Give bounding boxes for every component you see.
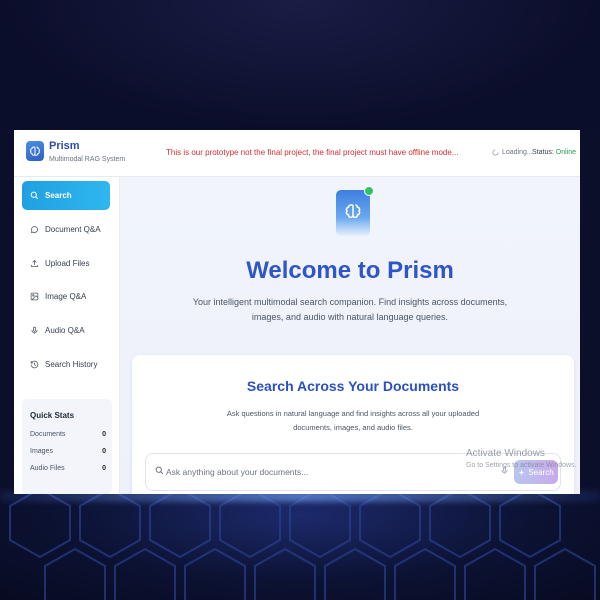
quick-stats-title: Quick Stats bbox=[30, 411, 75, 420]
prototype-notice: This is our prototype not the final proj… bbox=[166, 148, 459, 157]
hexagon-pattern bbox=[9, 487, 596, 600]
top-header: Prism Multimodal RAG System This is our … bbox=[14, 130, 580, 177]
sidebar-item-search[interactable]: Search bbox=[22, 181, 110, 210]
search-card-description: Ask questions in natural language and fi… bbox=[226, 409, 480, 432]
welcome-tagline: Your intelligent multimodal search compa… bbox=[192, 297, 508, 322]
sidebar: Search Document Q&A Upload Files Image Q… bbox=[14, 177, 120, 494]
chat-bubble-icon bbox=[30, 226, 38, 234]
sidebar-item-label: Search bbox=[45, 191, 72, 200]
activate-windows-subtext: Go to Settings to activate Windows. bbox=[466, 462, 577, 469]
history-icon bbox=[30, 360, 39, 369]
image-icon bbox=[30, 292, 39, 301]
status-label: Status: bbox=[532, 149, 554, 156]
brain-hero-icon bbox=[336, 190, 370, 236]
stat-label: Images bbox=[30, 448, 53, 455]
stat-row-audio-files: Audio Files 0 bbox=[30, 465, 106, 472]
quick-stats-panel: Quick Stats Documents 0 Images 0 Audio F… bbox=[22, 399, 112, 494]
sidebar-item-label: Search History bbox=[45, 360, 98, 369]
sidebar-item-label: Document Q&A bbox=[45, 225, 101, 234]
background-top bbox=[0, 0, 600, 130]
sidebar-item-search-history[interactable]: Search History bbox=[22, 350, 110, 379]
sidebar-item-label: Image Q&A bbox=[45, 292, 87, 301]
status-value: Online bbox=[555, 149, 576, 156]
app-window: Prism Multimodal RAG System This is our … bbox=[14, 130, 580, 494]
sidebar-item-image-qa[interactable]: Image Q&A bbox=[22, 282, 110, 311]
stat-row-documents: Documents 0 bbox=[30, 431, 106, 438]
loading-text: Loading... bbox=[502, 149, 533, 156]
app-subtitle: Multimodal RAG System bbox=[49, 156, 126, 163]
status-indicator: Status: Online bbox=[532, 149, 576, 156]
sparkle-icon bbox=[519, 469, 525, 475]
search-icon bbox=[30, 191, 39, 200]
microphone-icon bbox=[31, 326, 38, 334]
search-card: Search Across Your Documents Ask questio… bbox=[132, 355, 574, 494]
app-name: Prism bbox=[49, 140, 80, 152]
brain-logo-icon bbox=[26, 141, 44, 161]
sidebar-item-label: Upload Files bbox=[45, 259, 90, 268]
activate-windows-watermark: Activate Windows bbox=[466, 448, 545, 459]
sidebar-item-audio-qa[interactable]: Audio Q&A bbox=[22, 316, 110, 345]
sidebar-item-upload-files[interactable]: Upload Files bbox=[22, 249, 110, 278]
search-icon bbox=[155, 466, 164, 475]
background-bottom bbox=[0, 487, 600, 600]
online-dot-icon bbox=[364, 186, 374, 196]
stat-label: Documents bbox=[30, 431, 66, 438]
search-input[interactable] bbox=[166, 460, 486, 484]
upload-icon bbox=[31, 259, 38, 267]
stat-label: Audio Files bbox=[30, 465, 65, 472]
loading-indicator: Loading... bbox=[492, 149, 533, 156]
stat-value: 0 bbox=[102, 431, 106, 438]
main-content: Welcome to Prism Your intelligent multim… bbox=[120, 177, 580, 494]
stat-row-images: Images 0 bbox=[30, 448, 106, 455]
search-card-title: Search Across Your Documents bbox=[246, 378, 460, 394]
sidebar-item-document-qa[interactable]: Document Q&A bbox=[22, 215, 110, 244]
stat-value: 0 bbox=[102, 448, 106, 455]
spinner-icon bbox=[492, 149, 499, 156]
stat-value: 0 bbox=[102, 465, 106, 472]
welcome-title: Welcome to Prism bbox=[246, 257, 454, 284]
sidebar-item-label: Audio Q&A bbox=[45, 326, 85, 335]
